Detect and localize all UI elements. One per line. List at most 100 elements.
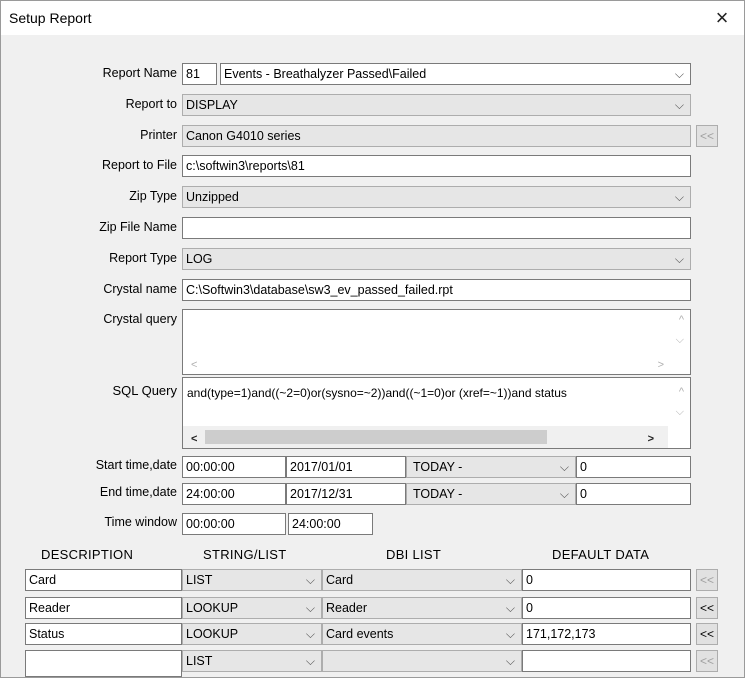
chevron-down-icon: ⌵: [305, 601, 315, 615]
time-window-label: Time window: [104, 515, 177, 529]
chevron-down-icon: ⌵: [505, 627, 515, 641]
chevron-down-icon: ⌵: [305, 573, 315, 587]
end-offset-field[interactable]: 0: [576, 483, 691, 505]
row-string-list-select[interactable]: LIST ⌵: [182, 569, 322, 591]
row-dbi-value: Card events: [326, 627, 394, 641]
report-type-select[interactable]: LOG ⌵: [182, 248, 691, 270]
start-relative-value: TODAY -: [413, 460, 463, 474]
title-bar: Setup Report ×: [1, 1, 744, 35]
chevron-down-icon: ⌵: [674, 252, 684, 266]
scroll-right-icon[interactable]: >: [658, 359, 664, 371]
report-to-select[interactable]: DISPLAY ⌵: [182, 94, 691, 116]
report-type-value: LOG: [186, 252, 213, 266]
start-offset-field[interactable]: 0: [576, 456, 691, 478]
row-string-list-select[interactable]: LOOKUP ⌵: [182, 623, 322, 645]
report-number-field[interactable]: 81: [182, 63, 217, 85]
report-type-label: Report Type: [109, 251, 177, 265]
report-to-value: DISPLAY: [186, 98, 238, 112]
chevron-down-icon: ⌵: [505, 601, 515, 615]
zip-type-select[interactable]: Unzipped ⌵: [182, 186, 691, 208]
start-date-field[interactable]: 2017/01/01: [286, 456, 406, 478]
row-back-button[interactable]: <<: [696, 650, 718, 672]
sql-horizontal-scrollbar[interactable]: [183, 426, 668, 448]
row-back-button[interactable]: <<: [696, 569, 718, 591]
sql-query-label: SQL Query: [112, 383, 177, 398]
column-header-default-data: DEFAULT DATA: [552, 547, 650, 562]
scroll-left-icon[interactable]: <: [191, 359, 197, 371]
crystal-name-label: Crystal name: [103, 282, 177, 296]
setup-report-window: Setup Report × Report Name 81 Events - B…: [0, 0, 745, 678]
row-dbi-list-select[interactable]: Reader ⌵: [322, 597, 522, 619]
report-name-select[interactable]: Events - Breathalyzer Passed\Failed ⌵: [220, 63, 691, 85]
printer-label: Printer: [140, 128, 177, 142]
start-time-date-label: Start time,date: [95, 458, 177, 472]
scrollbar-thumb[interactable]: [205, 430, 547, 444]
report-to-label: Report to: [125, 97, 177, 111]
row-dbi-list-select[interactable]: Card ⌵: [322, 569, 522, 591]
chevron-down-icon: ⌵: [674, 98, 684, 112]
zip-file-name-label: Zip File Name: [99, 220, 177, 234]
scroll-down-icon[interactable]: ⌵: [676, 406, 684, 419]
time-window-start-field[interactable]: 00:00:00: [182, 513, 286, 535]
crystal-name-field[interactable]: C:\Softwin3\database\sw3_ev_passed_faile…: [182, 279, 691, 301]
row-default-data-field[interactable]: [522, 650, 691, 672]
row-back-button[interactable]: <<: [696, 623, 718, 645]
time-window-end-field[interactable]: 24:00:00: [288, 513, 373, 535]
sql-query-textarea[interactable]: and(type=1)and((~2=0)or(sysno=~2))and((~…: [182, 377, 691, 449]
chevron-down-icon: ⌵: [559, 487, 569, 501]
row-dbi-value: Card: [326, 573, 354, 587]
end-time-date-label: End time,date: [99, 485, 177, 499]
row-back-button[interactable]: <<: [696, 597, 718, 619]
column-header-string-list: STRING/LIST: [203, 547, 287, 562]
scroll-up-icon[interactable]: ^: [679, 314, 684, 326]
end-time-field[interactable]: 24:00:00: [182, 483, 286, 505]
row-string-list-value: LIST: [186, 573, 213, 587]
end-relative-value: TODAY -: [413, 487, 463, 501]
row-description-field[interactable]: [25, 650, 182, 677]
crystal-query-textarea[interactable]: ^ ⌵ < >: [182, 309, 691, 375]
printer-field[interactable]: Canon G4010 series: [182, 125, 691, 147]
chevron-down-icon: ⌵: [674, 190, 684, 204]
row-string-list-select[interactable]: LOOKUP ⌵: [182, 597, 322, 619]
row-dbi-value: Reader: [326, 601, 367, 615]
scroll-right-icon[interactable]: >: [648, 433, 654, 445]
chevron-down-icon: ⌵: [305, 654, 315, 668]
window-title: Setup Report: [9, 10, 92, 26]
row-string-list-select[interactable]: LIST ⌵: [182, 650, 322, 672]
scroll-left-icon[interactable]: <: [191, 433, 197, 445]
row-string-list-value: LOOKUP: [186, 627, 239, 641]
column-header-dbi-list: DBI LIST: [386, 547, 442, 562]
close-icon[interactable]: ×: [700, 1, 744, 35]
chevron-down-icon: ⌵: [305, 627, 315, 641]
start-time-field[interactable]: 00:00:00: [182, 456, 286, 478]
row-description-field[interactable]: Status: [25, 623, 182, 645]
report-to-file-label: Report to File: [101, 158, 177, 172]
chevron-down-icon: ⌵: [505, 573, 515, 587]
report-to-file-field[interactable]: c:\softwin3\reports\81: [182, 155, 691, 177]
column-header-description: DESCRIPTION: [41, 547, 134, 562]
row-string-list-value: LIST: [186, 654, 213, 668]
chevron-down-icon: ⌵: [674, 67, 684, 81]
row-default-data-field[interactable]: 0: [522, 569, 691, 591]
row-dbi-list-select[interactable]: Card events ⌵: [322, 623, 522, 645]
report-name-value: Events - Breathalyzer Passed\Failed: [224, 67, 427, 81]
start-relative-select[interactable]: TODAY - ⌵: [406, 456, 576, 478]
zip-file-name-field[interactable]: [182, 217, 691, 239]
row-dbi-list-select[interactable]: ⌵: [322, 650, 522, 672]
end-date-field[interactable]: 2017/12/31: [286, 483, 406, 505]
row-default-data-field[interactable]: 0: [522, 597, 691, 619]
zip-type-label: Zip Type: [129, 189, 177, 203]
report-name-label: Report Name: [102, 66, 177, 80]
row-description-field[interactable]: Card: [25, 569, 182, 591]
scroll-down-icon[interactable]: ⌵: [676, 334, 684, 347]
chevron-down-icon: ⌵: [559, 460, 569, 474]
row-description-field[interactable]: Reader: [25, 597, 182, 619]
row-string-list-value: LOOKUP: [186, 601, 239, 615]
zip-type-value: Unzipped: [186, 190, 239, 204]
printer-back-button[interactable]: <<: [696, 125, 718, 147]
crystal-query-label: Crystal query: [103, 312, 177, 326]
row-default-data-field[interactable]: 171,172,173: [522, 623, 691, 645]
end-relative-select[interactable]: TODAY - ⌵: [406, 483, 576, 505]
scroll-up-icon[interactable]: ^: [679, 386, 684, 398]
chevron-down-icon: ⌵: [505, 654, 515, 668]
